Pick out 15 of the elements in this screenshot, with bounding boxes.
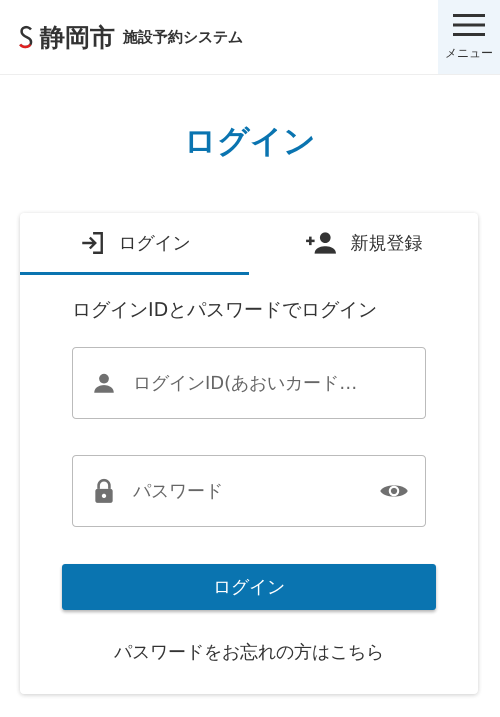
menu-button[interactable]: メニュー — [438, 0, 500, 74]
instruction-text: ログインIDとパスワードでログイン — [72, 298, 378, 323]
text-field[interactable]: パスワード — [72, 455, 426, 527]
system-name: 施設予約システム — [123, 28, 243, 46]
city-name: 静岡市 — [40, 22, 115, 54]
input-field[interactable]: ログインID(あおいカード… — [131, 372, 409, 394]
menu-icon — [453, 12, 485, 36]
add-person-icon — [304, 230, 336, 256]
tab[interactable]: ログイン — [20, 213, 249, 275]
text-field[interactable]: ログインID(あおいカード… — [72, 347, 426, 419]
page-title: ログイン — [183, 121, 317, 162]
forgot-password-link[interactable]: パスワードをお忘れの方はこちら — [114, 640, 384, 664]
login-button[interactable]: ログイン — [62, 564, 436, 610]
tab[interactable]: 新規登録 — [249, 213, 478, 275]
input-field[interactable]: パスワード — [131, 480, 365, 502]
